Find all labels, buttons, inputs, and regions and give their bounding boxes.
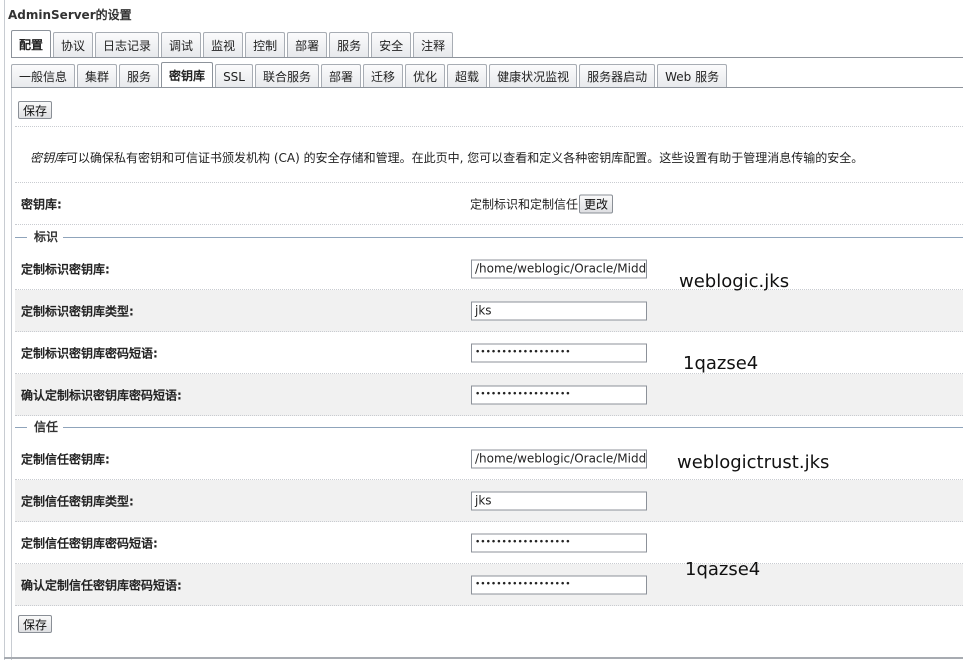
trust-confirm-passphrase-input[interactable]: •••••••••••••••••• (471, 575, 647, 594)
main-tab-bar: 配置 协议 日志记录 调试 监视 控制 部署 服务 安全 注释 (11, 30, 455, 57)
subtab-general[interactable]: 一般信息 (11, 64, 76, 88)
section-rule (63, 237, 963, 238)
identity-keystore-input[interactable]: /home/weblogic/Oracle/Midd (471, 259, 647, 278)
subtab-health-monitoring[interactable]: 健康状况监视 (489, 64, 578, 88)
identity-confirm-passphrase-input[interactable]: •••••••••••••••••• (471, 385, 647, 404)
tab-services[interactable]: 服务 (329, 32, 370, 57)
section-rule (63, 427, 963, 428)
tab-deployments[interactable]: 部署 (287, 32, 328, 57)
page-title: AdminServer的设置 (8, 8, 132, 22)
trust-passphrase-input[interactable]: •••••••••••••••••• (471, 533, 647, 552)
identity-section-title: 标识 (32, 230, 61, 244)
trust-keystore-type-label: 定制信任密钥库类型: (21, 494, 134, 508)
description-term: 密钥库 (30, 151, 67, 165)
trust-confirm-passphrase-row: 确认定制信任密钥库密码短语: •••••••••••••••••• (15, 564, 963, 606)
save-button-bottom[interactable]: 保存 (18, 615, 53, 633)
annotation-trust-pass: 1qazse4 (685, 559, 761, 580)
tab-debug[interactable]: 调试 (161, 32, 202, 57)
identity-keystore-type-label: 定制标识密钥库类型: (21, 304, 134, 318)
identity-passphrase-input[interactable]: •••••••••••••••••• (471, 343, 647, 362)
subtab-keystores[interactable]: 密钥库 (161, 62, 214, 88)
tab-protocols[interactable]: 协议 (53, 32, 94, 57)
tab-notes[interactable]: 注释 (413, 32, 454, 57)
subtab-tuning[interactable]: 优化 (405, 64, 446, 88)
annotation-identity-pass: 1qazse4 (683, 353, 759, 374)
change-button[interactable]: 更改 (579, 194, 614, 213)
identity-passphrase-row: 定制标识密钥库密码短语: •••••••••••••••••• (15, 332, 963, 374)
subtab-migration[interactable]: 迁移 (363, 64, 404, 88)
subtab-services[interactable]: 服务 (119, 64, 160, 88)
trust-passphrase-label: 定制信任密钥库密码短语: (21, 536, 158, 550)
keystore-value: 定制标识和定制信任 (470, 197, 579, 211)
annotation-identity-file: weblogic.jks (679, 271, 790, 292)
trust-keystore-label: 定制信任密钥库: (21, 452, 110, 466)
divider (15, 126, 963, 127)
annotation-trust-file: weblogictrust.jks (677, 452, 830, 473)
tab-config[interactable]: 配置 (11, 30, 52, 57)
subtab-ssl[interactable]: SSL (215, 64, 253, 88)
identity-keystore-label: 定制标识密钥库: (21, 262, 110, 276)
identity-keystore-row: 定制标识密钥库: /home/weblogic/Oracle/Midd (15, 248, 963, 290)
trust-keystore-type-input[interactable]: jks (471, 491, 647, 510)
trust-keystore-input[interactable]: /home/weblogic/Oracle/Midd (471, 449, 647, 468)
save-button-top[interactable]: 保存 (18, 101, 53, 119)
subtab-server-start[interactable]: 服务器启动 (579, 64, 656, 88)
identity-keystore-type-row: 定制标识密钥库类型: jks (15, 290, 963, 332)
main-tab-underline (11, 57, 963, 58)
keystore-value-group: 定制标识和定制信任 更改 (470, 194, 614, 213)
trust-keystore-type-row: 定制信任密钥库类型: jks (15, 480, 963, 522)
identity-confirm-passphrase-row: 确认定制标识密钥库密码短语: •••••••••••••••••• (15, 374, 963, 416)
subtab-web-services[interactable]: Web 服务 (657, 64, 728, 88)
identity-keystore-type-input[interactable]: jks (471, 301, 647, 320)
bottom-border (4, 657, 963, 659)
section-rule (15, 237, 27, 238)
tab-logging[interactable]: 日志记录 (95, 32, 160, 57)
page-description: 密钥库可以确保私有密钥和可信证书颁发机构 (CA) 的安全存储和管理。在此页中,… (30, 149, 863, 166)
keystore-label: 密钥库: (21, 197, 62, 211)
tab-security[interactable]: 安全 (371, 32, 412, 57)
tab-control[interactable]: 控制 (245, 32, 286, 57)
trust-confirm-passphrase-label: 确认定制信任密钥库密码短语: (21, 578, 182, 592)
subtab-overload[interactable]: 超载 (447, 64, 488, 88)
identity-section-header: 标识 (15, 230, 963, 244)
subtab-cluster[interactable]: 集群 (77, 64, 118, 88)
section-rule (15, 427, 27, 428)
description-text: 可以确保私有密钥和可信证书颁发机构 (CA) 的安全存储和管理。在此页中, 您可… (66, 151, 864, 165)
sub-tab-bar: 一般信息 集群 服务 密钥库 SSL 联合服务 部署 迁移 优化 超载 健康状况… (11, 62, 729, 88)
trust-passphrase-row: 定制信任密钥库密码短语: •••••••••••••••••• (15, 522, 963, 564)
tab-monitoring[interactable]: 监视 (203, 32, 244, 57)
trust-section-header: 信任 (15, 420, 963, 434)
subtab-deployment[interactable]: 部署 (321, 64, 362, 88)
keystore-row: 密钥库: 定制标识和定制信任 更改 (15, 183, 963, 225)
identity-passphrase-label: 定制标识密钥库密码短语: (21, 346, 158, 360)
subtab-federation-services[interactable]: 联合服务 (254, 64, 319, 88)
trust-section-title: 信任 (32, 420, 61, 434)
identity-confirm-passphrase-label: 确认定制标识密钥库密码短语: (21, 388, 182, 402)
